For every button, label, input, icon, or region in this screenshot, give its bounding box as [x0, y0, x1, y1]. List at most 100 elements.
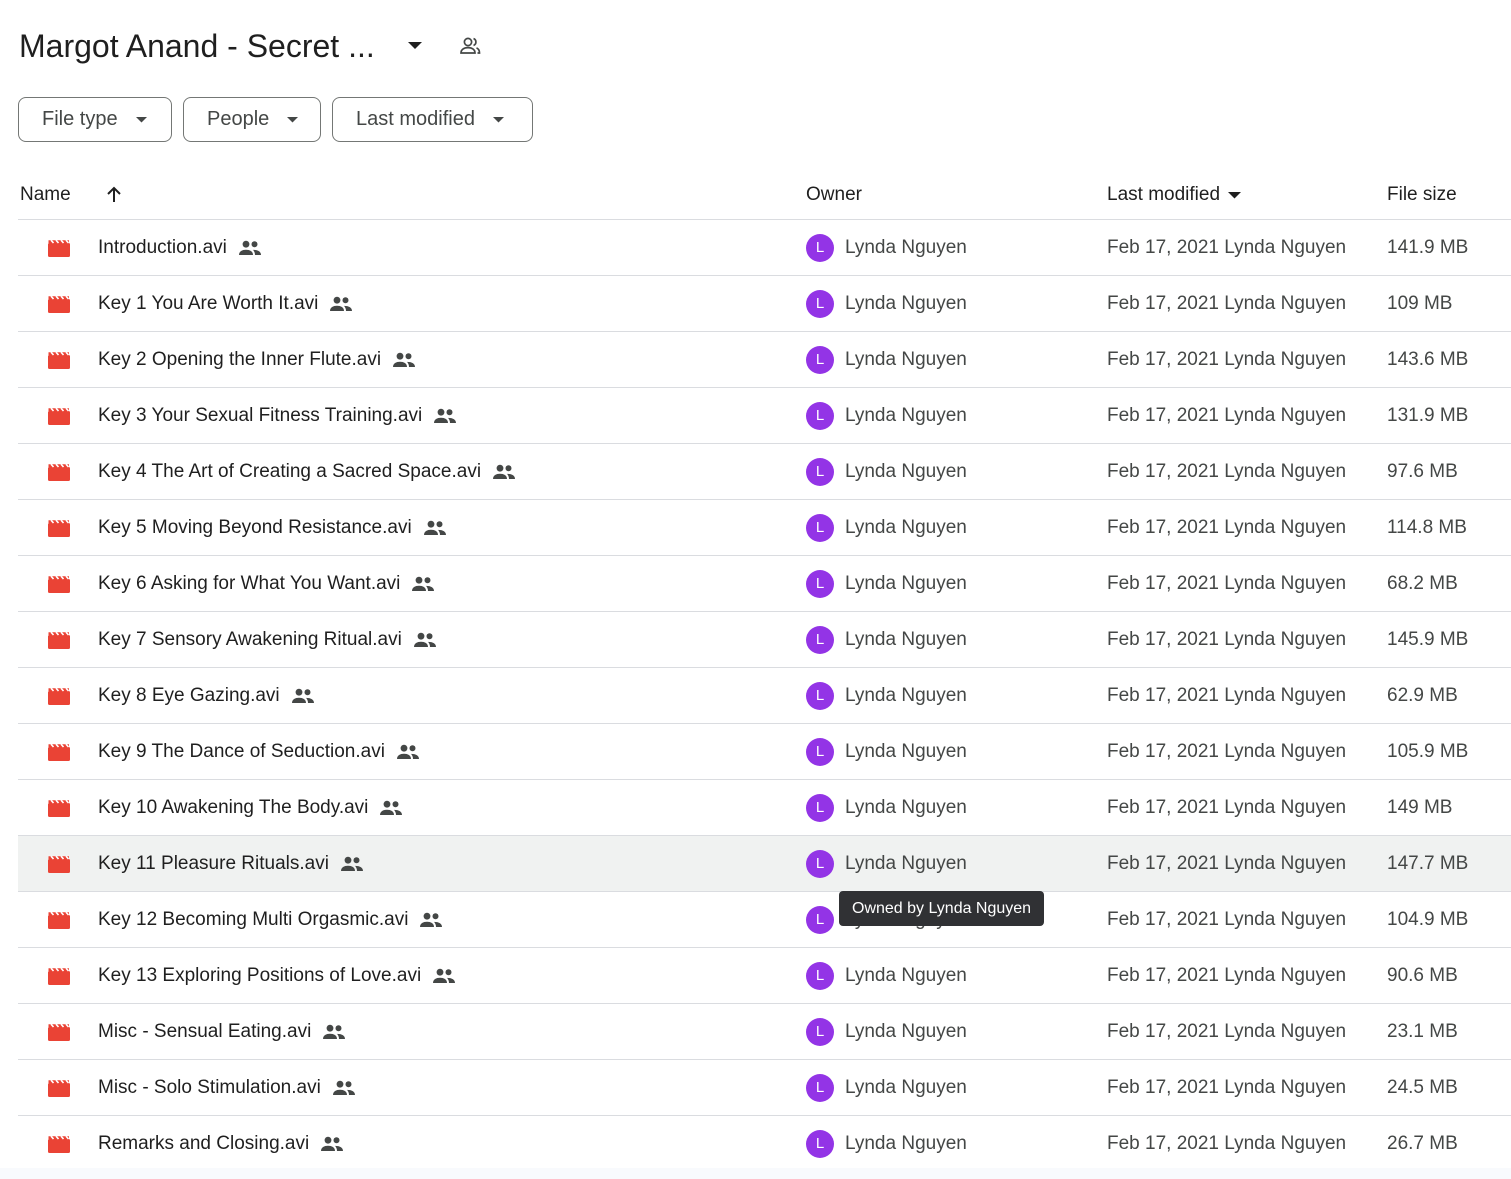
- file-name: Introduction.avi: [98, 236, 227, 258]
- file-row[interactable]: Key 3 Your Sexual Fitness Training.avi L L…: [18, 388, 1511, 444]
- avatar: L: [806, 289, 834, 318]
- shared-people-icon: [396, 744, 420, 760]
- owner-name: Lynda Nguyen: [845, 1132, 967, 1154]
- file-name: Key 2 Opening the Inner Flute.avi: [98, 348, 382, 370]
- file-size-cell: 90.6 MB: [1387, 964, 1458, 986]
- file-size-cell: 26.7 MB: [1387, 1132, 1458, 1154]
- file-size-cell: 104.9 MB: [1387, 908, 1469, 930]
- video-file-icon: [48, 724, 70, 779]
- file-name-cell[interactable]: Key 11 Pleasure Rituals.avi: [98, 836, 364, 891]
- file-row[interactable]: Key 7 Sensory Awakening Ritual.avi L Lynda…: [18, 612, 1511, 668]
- last-modified-cell: Feb 17, 2021 Lynda Nguyen: [1107, 348, 1347, 370]
- last-modified-column-label: Last modified: [1107, 184, 1221, 205]
- owner-name: Lynda Nguyen: [845, 572, 967, 594]
- file-size-column-header[interactable]: File size: [1387, 170, 1457, 220]
- owner-cell[interactable]: L Lynda Nguyen: [806, 556, 967, 611]
- file-name: Key 12 Becoming Multi Orgasmic.avi: [98, 908, 409, 930]
- last-modified-cell: Feb 17, 2021 Lynda Nguyen: [1107, 516, 1347, 538]
- shared-people-icon: [332, 1080, 356, 1096]
- file-size-cell: 149 MB: [1387, 796, 1453, 818]
- owner-column-header[interactable]: Owner: [806, 170, 862, 220]
- file-row[interactable]: Misc - Sensual Eating.avi L Lynda Nguyen Fe…: [18, 1004, 1511, 1060]
- owner-cell[interactable]: L Lynda Nguyen: [806, 724, 967, 779]
- owner-cell[interactable]: L Lynda Nguyen: [806, 948, 967, 1003]
- file-list: Introduction.avi L Lynda Nguyen Feb 17, 202…: [18, 220, 1511, 1172]
- owner-cell[interactable]: L Lynda Nguyen: [806, 780, 967, 835]
- file-name-cell[interactable]: Key 7 Sensory Awakening Ritual.avi: [98, 612, 437, 667]
- shared-people-icon: [433, 408, 457, 424]
- last-modified-filter[interactable]: Last modified: [332, 97, 533, 142]
- file-row[interactable]: Key 6 Asking for What You Want.avi L Lynda…: [18, 556, 1511, 612]
- last-modified-column-header[interactable]: Last modified: [1107, 170, 1242, 220]
- video-file-icon: [48, 836, 70, 891]
- file-row[interactable]: Key 13 Exploring Positions of Love.avi L L…: [18, 948, 1511, 1004]
- file-name-cell[interactable]: Key 6 Asking for What You Want.avi: [98, 556, 435, 611]
- file-row[interactable]: Key 1 You Are Worth It.avi L Lynda Nguyen F…: [18, 276, 1511, 332]
- owner-cell[interactable]: L Lynda Nguyen: [806, 220, 967, 275]
- file-size-cell: 114.8 MB: [1387, 516, 1467, 538]
- folder-header: Margot Anand - Secret ...: [19, 24, 483, 68]
- owner-cell[interactable]: L Lynda Nguyen: [806, 444, 967, 499]
- file-row[interactable]: Key 4 The Art of Creating a Sacred Space…: [18, 444, 1511, 500]
- file-row[interactable]: Key 9 The Dance of Seduction.avi L Lynda N…: [18, 724, 1511, 780]
- avatar: L: [806, 401, 834, 430]
- file-name-cell[interactable]: Key 1 You Are Worth It.avi: [98, 276, 353, 331]
- video-file-icon: [48, 1060, 70, 1115]
- video-file-icon: [48, 892, 70, 947]
- file-name-cell[interactable]: Key 8 Eye Gazing.avi: [98, 668, 315, 723]
- file-row[interactable]: Key 12 Becoming Multi Orgasmic.aviLLynda…: [18, 892, 1511, 948]
- file-name-cell[interactable]: Key 5 Moving Beyond Resistance.avi: [98, 500, 447, 555]
- owner-cell[interactable]: L Lynda Nguyen: [806, 612, 967, 667]
- owner-cell[interactable]: L Lynda Nguyen: [806, 836, 967, 891]
- file-name-cell[interactable]: Introduction.avi: [98, 220, 262, 275]
- shared-people-icon: [432, 968, 456, 984]
- owner-cell[interactable]: L Lynda Nguyen: [806, 332, 967, 387]
- file-name-cell[interactable]: Key 2 Opening the Inner Flute.avi: [98, 332, 416, 387]
- file-row[interactable]: Introduction.avi L Lynda Nguyen Feb 17, 202…: [18, 220, 1511, 276]
- file-name-cell[interactable]: Misc - Sensual Eating.avi: [98, 1004, 346, 1059]
- file-row[interactable]: Key 5 Moving Beyond Resistance.avi L Lynda…: [18, 500, 1511, 556]
- file-row[interactable]: Key 2 Opening the Inner Flute.avi L Lynda …: [18, 332, 1511, 388]
- last-modified-cell: Feb 17, 2021 Lynda Nguyen: [1107, 572, 1347, 594]
- file-name-cell[interactable]: Key 9 The Dance of Seduction.avi: [98, 724, 420, 779]
- file-name-cell[interactable]: Remarks and Closing.avi: [98, 1116, 344, 1171]
- people-filter[interactable]: People: [183, 97, 321, 142]
- last-modified-cell: Feb 17, 2021 Lynda Nguyen: [1107, 796, 1347, 818]
- file-size-cell: 68.2 MB: [1387, 572, 1458, 594]
- avatar: L: [806, 569, 834, 598]
- folder-menu-caret-icon[interactable]: [405, 36, 425, 56]
- file-name-cell[interactable]: Key 13 Exploring Positions of Love.avi: [98, 948, 456, 1003]
- file-row[interactable]: Misc - Solo Stimulation.avi L Lynda Nguyen…: [18, 1060, 1511, 1116]
- file-type-filter-label: File type: [42, 108, 118, 130]
- file-type-filter[interactable]: File type: [18, 97, 172, 142]
- file-row[interactable]: Key 10 Awakening The Body.avi L Lynda Nguy…: [18, 780, 1511, 836]
- file-row[interactable]: Key 8 Eye Gazing.avi L Lynda Nguyen Feb 17,…: [18, 668, 1511, 724]
- file-name: Remarks and Closing.avi: [98, 1132, 310, 1154]
- file-name-cell[interactable]: Key 4 The Art of Creating a Sacred Space…: [98, 444, 516, 499]
- file-name-cell[interactable]: Key 12 Becoming Multi Orgasmic.avi: [98, 892, 443, 947]
- shared-folder-icon[interactable]: [457, 33, 483, 59]
- avatar: L: [806, 345, 834, 374]
- file-row[interactable]: Remarks and Closing.avi L Lynda Nguyen Feb …: [18, 1116, 1511, 1172]
- owner-cell[interactable]: L Lynda Nguyen: [806, 500, 967, 555]
- owner-cell[interactable]: L Lynda Nguyen: [806, 388, 967, 443]
- sort-ascending-arrow-icon[interactable]: [104, 170, 124, 220]
- owner-name: Lynda Nguyen: [845, 292, 967, 314]
- file-size-cell: 62.9 MB: [1387, 684, 1458, 706]
- file-name: Key 4 The Art of Creating a Sacred Space…: [98, 460, 482, 482]
- video-file-icon: [48, 1004, 70, 1059]
- folder-title[interactable]: Margot Anand - Secret ...: [19, 28, 375, 65]
- owner-name: Lynda Nguyen: [845, 404, 967, 426]
- owner-cell[interactable]: L Lynda Nguyen: [806, 668, 967, 723]
- owner-cell[interactable]: L Lynda Nguyen: [806, 276, 967, 331]
- owner-cell[interactable]: L Lynda Nguyen: [806, 1004, 967, 1059]
- file-name-cell[interactable]: Key 10 Awakening The Body.avi: [98, 780, 403, 835]
- owner-cell[interactable]: L Lynda Nguyen: [806, 1060, 967, 1115]
- file-name: Key 11 Pleasure Rituals.avi: [98, 852, 329, 874]
- shared-people-icon: [492, 464, 516, 480]
- file-row[interactable]: Key 11 Pleasure Rituals.avi L Lynda Nguyen…: [18, 836, 1511, 892]
- owner-cell[interactable]: L Lynda Nguyen: [806, 1116, 967, 1171]
- file-name-cell[interactable]: Key 3 Your Sexual Fitness Training.avi: [98, 388, 457, 443]
- file-name-cell[interactable]: Misc - Solo Stimulation.avi: [98, 1060, 356, 1115]
- name-column-header[interactable]: Name: [20, 170, 71, 220]
